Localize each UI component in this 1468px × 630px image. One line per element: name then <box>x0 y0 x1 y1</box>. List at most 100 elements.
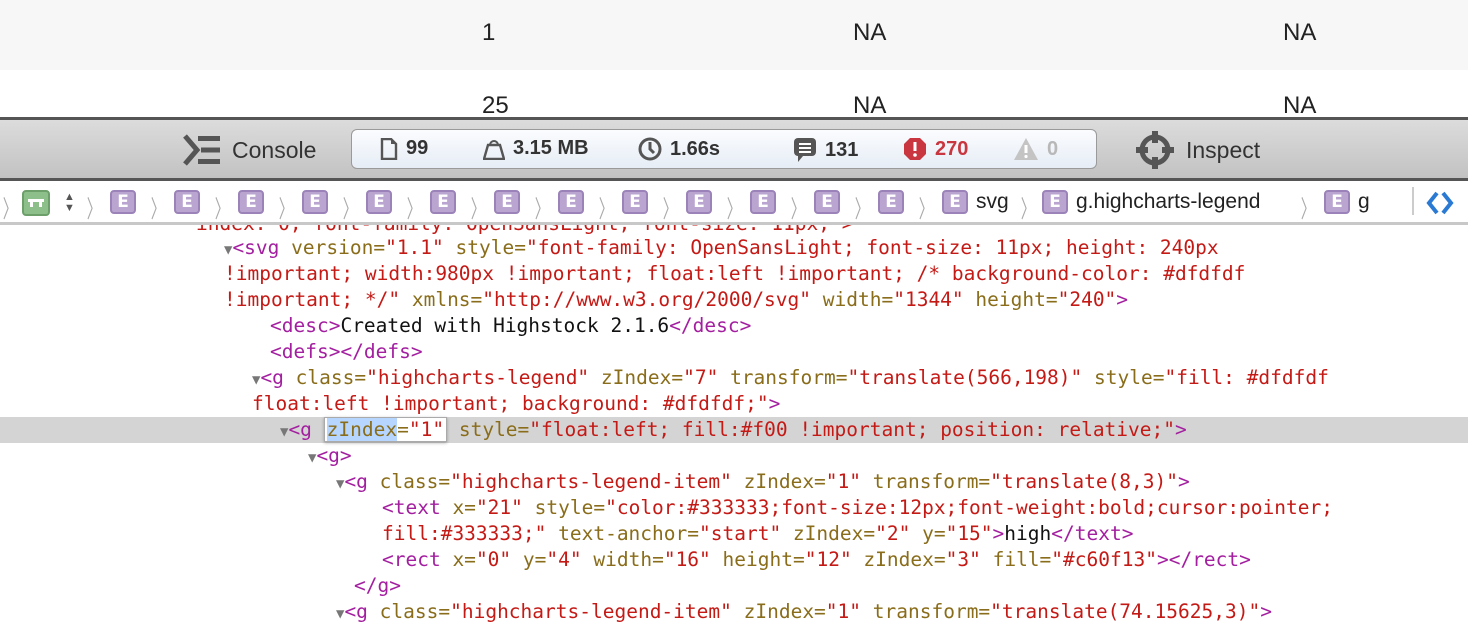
breadcrumb-separator: 〉 <box>1300 195 1316 223</box>
weight-icon <box>483 139 505 160</box>
breadcrumb-label: g <box>1358 190 1370 213</box>
code-line: !important; width:980px !important; floa… <box>224 262 1246 285</box>
breadcrumb-item[interactable]: E <box>494 190 520 214</box>
breadcrumb-item[interactable]: E <box>302 190 328 214</box>
warnings-stat[interactable]: 0 <box>1013 137 1058 161</box>
resources-count: 99 <box>406 137 429 159</box>
code-line-desc[interactable]: <desc>Created with Highstock 2.1.6</desc… <box>270 313 1468 339</box>
breadcrumb-item[interactable]: E <box>174 190 200 214</box>
element-icon: E <box>1324 190 1350 214</box>
breadcrumb-separator: 〉 <box>1020 195 1036 223</box>
element-icon: E <box>238 190 264 214</box>
code-line: float:left !important; background: #dfdf… <box>252 392 781 415</box>
breadcrumb-separator: 〉 <box>278 195 294 223</box>
table-cell: NA <box>853 19 887 46</box>
table-row: 1 NA NA <box>0 0 1468 70</box>
code-line: !important; */" xmlns="http://www.w3.org… <box>224 288 1129 311</box>
toolbar-divider <box>1412 187 1414 215</box>
breadcrumb-separator: 〉 <box>790 195 806 223</box>
breadcrumb-item-svg[interactable]: Esvg <box>942 190 1009 214</box>
breadcrumb-separator: 〉 <box>214 195 230 223</box>
element-icon: E <box>942 190 968 214</box>
breadcrumb-separator: 〉 <box>150 195 166 223</box>
breadcrumb-item[interactable]: E <box>814 190 840 214</box>
inspect-button[interactable]: Inspect <box>1134 131 1261 169</box>
dom-tree-icon[interactable] <box>22 190 50 216</box>
error-icon <box>904 138 926 160</box>
element-icon: E <box>302 190 328 214</box>
source-code-icon[interactable] <box>1426 191 1454 215</box>
element-icon: E <box>1042 190 1068 214</box>
breadcrumb-separator: 〉 <box>342 195 358 223</box>
element-icon: E <box>494 190 520 214</box>
page-table: 1 NA NA 25 NA NA <box>0 0 1468 120</box>
code-line-legend-item[interactable]: ▼<g class="highcharts-legend-item" zInde… <box>336 469 1468 495</box>
code-line-legend[interactable]: ▼<g class="highcharts-legend" zIndex="7"… <box>252 365 1468 391</box>
breadcrumb-item[interactable]: E <box>110 190 136 214</box>
breadcrumb-separator: 〉 <box>726 195 742 223</box>
code-line-rect[interactable]: <rect x="0" y="4" width="16" height="12"… <box>382 547 1468 573</box>
code-line-svg[interactable]: ▼<svg version="1.1" style="font-family: … <box>224 235 1468 261</box>
resources-stat[interactable]: 99 <box>380 137 428 160</box>
logs-stat[interactable]: 131 <box>793 137 858 163</box>
code-line-close-g[interactable]: </g> <box>354 573 1468 599</box>
table-cell: NA <box>1283 19 1317 46</box>
console-label: Console <box>232 136 317 163</box>
table-cell: NA <box>1283 92 1317 119</box>
element-icon: E <box>814 190 840 214</box>
warnings-count: 0 <box>1047 137 1059 160</box>
console-icon <box>183 134 220 166</box>
attribute-edit-field[interactable]: zIndex="1" <box>323 417 448 442</box>
breadcrumb-item[interactable]: E <box>430 190 456 214</box>
navigation-arrows[interactable]: ▲ ▼ <box>64 192 75 214</box>
element-icon: E <box>878 190 904 214</box>
breadcrumb-item[interactable]: E <box>878 190 904 214</box>
errors-count: 270 <box>935 137 969 160</box>
document-icon <box>380 137 398 160</box>
element-icon: E <box>366 190 392 214</box>
inspect-label: Inspect <box>1186 136 1261 163</box>
load-time-stat[interactable]: 1.66s <box>638 137 720 161</box>
code-line-selected[interactable]: ▼<g zIndex="1" style="float:left; fill:#… <box>0 417 1468 443</box>
breadcrumb-item[interactable]: E <box>622 190 648 214</box>
code-line-defs[interactable]: <defs></defs> <box>270 339 1468 365</box>
breadcrumb-separator: 〉 <box>2 195 18 223</box>
element-icon: E <box>110 190 136 214</box>
breadcrumb-separator: 〉 <box>406 195 422 223</box>
dom-tree: index: 0; font-family: OpenSansLight; fo… <box>0 225 1468 630</box>
element-icon: E <box>430 190 456 214</box>
breadcrumb-item[interactable]: E <box>686 190 712 214</box>
table-cell: NA <box>853 92 887 119</box>
breadcrumb-separator: 〉 <box>662 195 678 223</box>
errors-stat[interactable]: 270 <box>903 137 968 161</box>
element-icon: E <box>174 190 200 214</box>
code-line-g[interactable]: ▼<g> <box>308 443 1468 469</box>
table-row: 25 NA NA <box>0 70 1468 120</box>
breadcrumb-item[interactable]: E <box>750 190 776 214</box>
breadcrumb-label: g.highcharts-legend <box>1076 190 1261 213</box>
element-icon: E <box>750 190 776 214</box>
table-cell: 1 <box>482 19 496 46</box>
breadcrumb-separator: 〉 <box>918 195 934 223</box>
console-button[interactable]: Console <box>182 132 316 168</box>
dashboard[interactable]: 99 3.15 MB 1.66s 131 270 0 <box>351 129 1097 169</box>
breadcrumb-item[interactable]: E <box>366 190 392 214</box>
code-line-legend-item[interactable]: ▼<g class="highcharts-legend-item" zInde… <box>336 599 1468 625</box>
warning-icon <box>1014 138 1038 160</box>
devtools-toolbar: Console 99 3.15 MB 1.66s 131 270 0 Inspe… <box>0 117 1468 181</box>
element-icon: E <box>622 190 648 214</box>
table-cell: 25 <box>482 92 509 119</box>
code-line: fill:#333333;" text-anchor="start" zInde… <box>382 522 1134 545</box>
size-value: 3.15 MB <box>513 137 589 159</box>
breadcrumb-separator: 〉 <box>86 195 102 223</box>
breadcrumb-item-highcharts-legend[interactable]: Eg.highcharts-legend <box>1042 190 1260 214</box>
element-icon: E <box>686 190 712 214</box>
code-line-text[interactable]: <text x="21" style="color:#333333;font-s… <box>382 495 1468 521</box>
breadcrumb-item[interactable]: E <box>558 190 584 214</box>
breadcrumb-item-g[interactable]: Eg <box>1324 190 1370 214</box>
breadcrumb-label: svg <box>976 190 1009 213</box>
breadcrumb-item[interactable]: E <box>238 190 264 214</box>
clock-icon <box>638 137 662 161</box>
breadcrumb-separator: 〉 <box>598 195 614 223</box>
size-stat[interactable]: 3.15 MB <box>483 137 589 160</box>
